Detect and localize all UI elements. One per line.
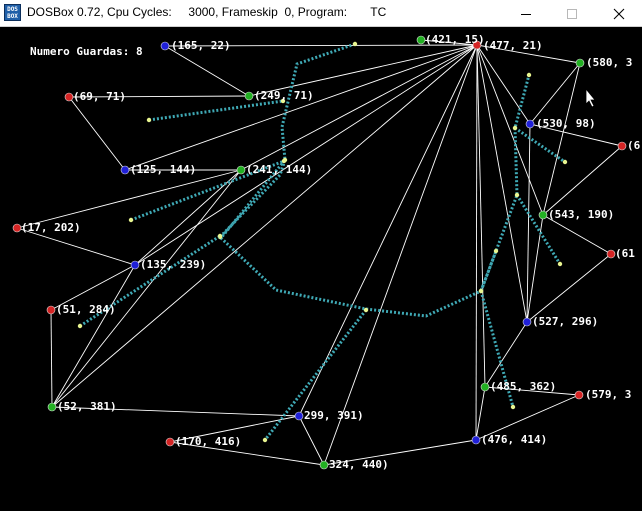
path-endpoint xyxy=(557,261,563,267)
node-label: (421, 15) xyxy=(425,33,485,46)
graph-edge xyxy=(526,214,544,323)
minimize-button[interactable] xyxy=(503,0,549,27)
graph-node-blue xyxy=(160,41,170,51)
graph-edge xyxy=(526,123,531,323)
path-endpoint xyxy=(510,404,516,410)
graph-node-green xyxy=(480,382,490,392)
node-label: (485, 362) xyxy=(490,380,556,393)
node-label: 324, 440) xyxy=(329,458,389,471)
node-label: (579, 3 xyxy=(585,388,631,401)
graph-edge xyxy=(475,44,478,441)
node-labels: (165, 22) (421, 15)(477, 21) (580, 3 (69, 7… xyxy=(21,33,641,471)
graph-edge xyxy=(50,309,53,408)
path-endpoint xyxy=(493,248,499,254)
dosbox-app-icon[interactable]: DOS BOX xyxy=(4,4,21,21)
node-label: (135, 239) xyxy=(140,258,206,271)
graph-edge xyxy=(164,45,250,97)
window-title: DOSBox 0.72, Cpu Cycles: 3000, Frameskip… xyxy=(27,5,387,19)
node-label: (476, 414) xyxy=(481,433,547,446)
node-label: (241, 144) xyxy=(246,163,312,176)
path-endpoint xyxy=(262,437,268,443)
close-icon xyxy=(613,8,625,19)
node-label: (249, 71) xyxy=(254,89,314,102)
graph-node-blue xyxy=(130,260,140,270)
graph-node-green xyxy=(236,165,246,175)
node-label: (125, 144) xyxy=(130,163,196,176)
node-label: (165, 22) xyxy=(171,39,231,52)
graph-edge xyxy=(476,44,544,216)
graph-node-blue xyxy=(522,317,532,327)
node-label: (580, 3 xyxy=(586,56,632,69)
graph-node-blue xyxy=(525,119,535,129)
graph-node-red xyxy=(12,223,22,233)
graph-node-green xyxy=(244,91,254,101)
path-endpoint xyxy=(512,125,518,131)
node-label: (530, 98) xyxy=(536,117,596,130)
graph-edge xyxy=(240,44,478,171)
graph-edge xyxy=(526,253,612,323)
maximize-button[interactable] xyxy=(549,0,595,27)
path-endpoint xyxy=(77,323,83,329)
guard-count-text: Numero Guardas: 8 xyxy=(30,45,143,58)
graph-node-green xyxy=(575,58,585,68)
graph-edge xyxy=(68,96,126,171)
graph-edge xyxy=(298,415,325,466)
node-label: (477, 21) xyxy=(483,39,543,52)
node-label: (61 xyxy=(615,247,635,260)
node-label: (543, 190) xyxy=(548,208,614,221)
node-label: (17, 202) xyxy=(21,221,81,234)
path-endpoint xyxy=(526,72,532,78)
path-endpoint xyxy=(363,307,369,313)
dos-screen[interactable]: Numero Guardas: 8 (165, 22) (421, 15) (477… xyxy=(0,27,642,507)
graph-edge xyxy=(134,44,478,266)
graph-node-blue xyxy=(471,435,481,445)
path-endpoint xyxy=(514,192,520,198)
graph-node-red xyxy=(46,305,56,315)
path-endpoint xyxy=(562,159,568,165)
dotted-path xyxy=(148,99,284,122)
node-label: (51, 284) xyxy=(56,303,116,316)
graph-node-red xyxy=(606,249,616,259)
close-button[interactable] xyxy=(596,0,642,27)
window-titlebar[interactable]: DOS BOX DOSBox 0.72, Cpu Cycles: 3000, F… xyxy=(0,0,642,27)
graph-node-green xyxy=(319,460,329,470)
path-endpoint xyxy=(146,117,152,123)
path-endpoint xyxy=(352,41,358,47)
graph-node-green xyxy=(416,35,426,45)
graph-edge xyxy=(476,44,528,323)
graph-edge xyxy=(323,44,478,466)
graph-node-blue xyxy=(120,165,130,175)
graph-node-red xyxy=(165,437,175,447)
node-label: (170, 416) xyxy=(175,435,241,448)
node-label: (52, 381) xyxy=(57,400,117,413)
node-label: (6 xyxy=(627,139,641,152)
graph-node-green xyxy=(538,210,548,220)
path-endpoint xyxy=(217,233,223,239)
minimize-icon xyxy=(521,13,531,15)
graph-edge xyxy=(51,169,242,408)
path-endpoint xyxy=(128,217,134,223)
graph-canvas: Numero Guardas: 8 (165, 22) (421, 15)(477… xyxy=(12,33,641,471)
maximize-icon xyxy=(567,8,577,19)
graph-edge xyxy=(476,44,486,388)
graph-node-green xyxy=(47,402,57,412)
node-label: 299, 391) xyxy=(304,409,364,422)
node-label: (69, 71) xyxy=(73,90,126,103)
app-icon-label: DOS BOX xyxy=(7,6,18,20)
graph-node-red xyxy=(64,92,74,102)
node-label: (527, 296) xyxy=(532,315,598,328)
graph-node-blue xyxy=(294,411,304,421)
mouse-cursor-icon xyxy=(585,87,596,108)
graph-edge xyxy=(51,264,136,408)
graph-node-red xyxy=(617,141,627,151)
graph-node-red xyxy=(574,390,584,400)
path-endpoint xyxy=(478,288,484,294)
